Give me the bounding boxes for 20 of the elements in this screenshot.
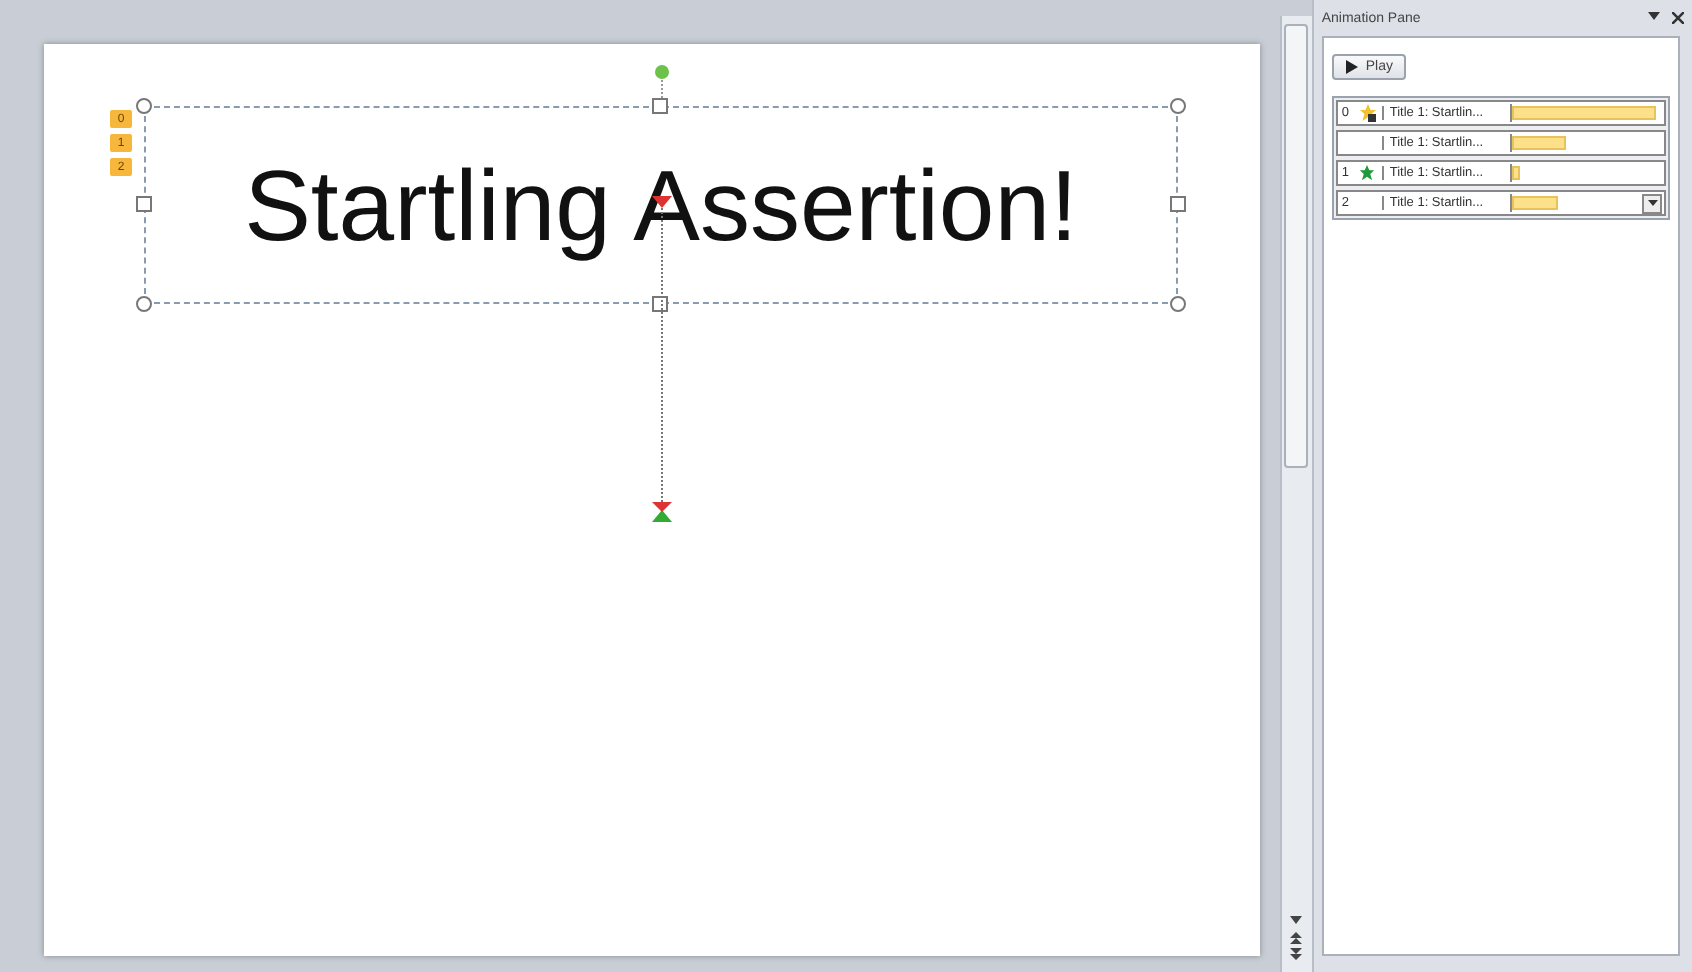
dropdown-icon[interactable] xyxy=(1648,12,1660,20)
resize-handle[interactable] xyxy=(136,296,152,312)
resize-handle[interactable] xyxy=(1170,296,1186,312)
scrollbar[interactable] xyxy=(1280,16,1312,972)
previous-slide-icon[interactable] xyxy=(1290,932,1303,944)
next-slide-icon[interactable] xyxy=(1290,948,1303,960)
star-icon xyxy=(1357,104,1378,122)
close-icon[interactable] xyxy=(1672,12,1684,24)
resize-handle[interactable] xyxy=(136,98,152,114)
scroll-down-icon[interactable] xyxy=(1290,916,1303,924)
resize-handle[interactable] xyxy=(136,196,152,212)
slide-title: Startling Assertion! xyxy=(244,147,1078,263)
dropdown-button[interactable] xyxy=(1642,193,1662,213)
play-icon xyxy=(1345,60,1358,74)
resize-handle[interactable] xyxy=(652,296,668,312)
resize-handle[interactable] xyxy=(1170,98,1186,114)
caret-icon xyxy=(1647,200,1657,206)
star-icon xyxy=(1357,164,1376,182)
resize-handle[interactable] xyxy=(652,98,668,114)
resize-handle[interactable] xyxy=(1170,196,1186,212)
